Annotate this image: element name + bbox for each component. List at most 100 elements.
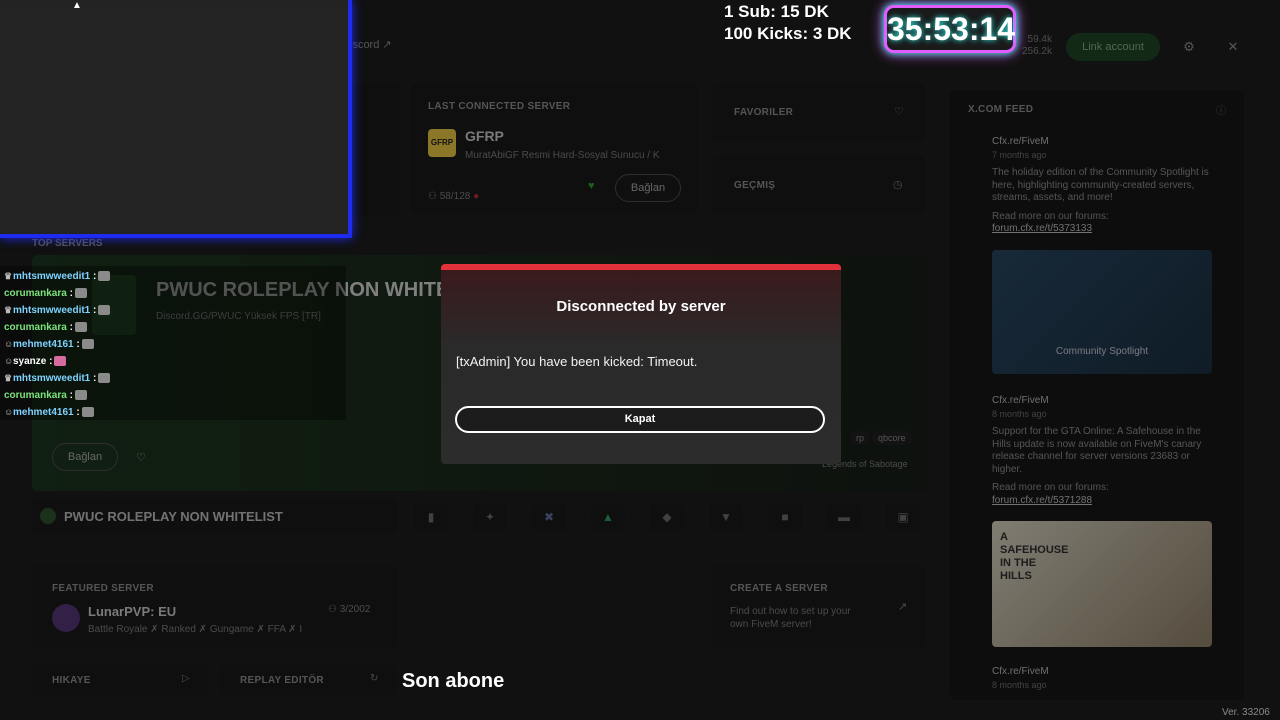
heart-outline-icon[interactable]: ♡ xyxy=(136,451,146,464)
history-panel[interactable]: GEÇMIŞ ◷ xyxy=(712,156,926,214)
feed-date: 8 months ago xyxy=(992,679,1047,690)
replay-editor-label: REPLAY EDITÖR xyxy=(240,675,324,686)
chat-username: mhtsmwweedit1 xyxy=(13,305,91,316)
chat-line: ♛mhtsmwweedit1 : xyxy=(4,302,111,319)
feed-item: Cfx.re/FiveM 7 months ago The holiday ed… xyxy=(992,136,1214,236)
chat-line: corumankara : xyxy=(4,387,87,404)
screen: iscord ↗ 59.4k 256.2k Link account ⚙ ✕ L… xyxy=(0,0,1280,720)
server-thumb[interactable]: ✖ xyxy=(532,503,566,531)
gear-icon[interactable]: ⚙ xyxy=(1180,38,1198,56)
refresh-icon: ↻ xyxy=(370,673,379,684)
chat-username: mhtsmwweedit1 xyxy=(13,271,91,282)
server-thumb[interactable]: ▮ xyxy=(414,503,448,531)
webcam-overlay xyxy=(0,0,352,238)
emote-icon xyxy=(74,288,87,299)
sub-goal-text: 1 Sub: 15 DK 100 Kicks: 3 DK xyxy=(724,1,852,45)
create-server-desc: Find out how to set up your own FiveM ser… xyxy=(730,606,851,630)
image-caption: Community Spotlight xyxy=(1055,346,1149,357)
story-button[interactable]: HIKAYE ▷ xyxy=(32,664,208,696)
featured-server-name: LunarPVP: EU xyxy=(88,604,177,619)
tag-rp: rp xyxy=(850,431,871,445)
favorites-panel[interactable]: FAVORILER ♡ xyxy=(712,84,926,142)
version-label: Ver. 33206 xyxy=(1222,707,1270,718)
users-icon: ⚇ xyxy=(328,604,337,615)
chat-username: corumankara xyxy=(4,288,67,299)
server-thumb[interactable]: ▣ xyxy=(886,503,920,531)
feed-link[interactable]: forum.cfx.re/t/5373133 xyxy=(992,223,1214,236)
emote-icon xyxy=(54,356,67,367)
community-spotlight-image[interactable]: Community Spotlight xyxy=(992,250,1212,374)
feed-item: Cfx.re/FiveM 8 months ago xyxy=(992,666,1214,691)
image-caption: A SAFEHOUSE IN THE HILLS xyxy=(1000,531,1069,582)
feed-date: 7 months ago xyxy=(992,149,1047,160)
x-feed-panel: X.COM FEED ⓘ Cfx.re/FiveM 7 months ago T… xyxy=(950,90,1244,700)
last-connected-panel[interactable]: LAST CONNECTED SERVER GFRP GFRP MuratAbi… xyxy=(410,84,698,214)
feed-text: The holiday edition of the Community Spo… xyxy=(992,167,1209,203)
server-thumb[interactable]: ▬ xyxy=(827,503,861,531)
server-thumb[interactable]: ◆ xyxy=(650,503,684,531)
create-server-title: CREATE A SERVER xyxy=(730,583,828,594)
player-count: ⚇ 58/128 ● xyxy=(428,191,480,202)
chat-line: ♛mhtsmwweedit1 : xyxy=(4,370,111,387)
server-thumb[interactable]: ▲ xyxy=(591,503,625,531)
heart-outline-icon: ♡ xyxy=(894,106,904,118)
disconnect-dialog: Disconnected by server [txAdmin] You hav… xyxy=(441,264,841,464)
feed-author: Cfx.re/FiveM xyxy=(992,395,1049,406)
feed-text: Support for the GTA Online: A Safehouse … xyxy=(992,426,1202,475)
feed-item: Cfx.re/FiveM 8 months ago Support for th… xyxy=(992,395,1214,507)
close-icon[interactable]: ✕ xyxy=(1224,38,1242,56)
featured-server-panel[interactable]: FEATURED SERVER LunarPVP: EU Battle Roya… xyxy=(32,566,398,648)
heart-icon[interactable]: ♥ xyxy=(588,180,595,192)
server-logo xyxy=(40,508,56,524)
connect-button[interactable]: Bağlan xyxy=(52,443,118,471)
chat-username: mhtsmwweedit1 xyxy=(13,373,91,384)
last-subscriber-label: Son abone xyxy=(402,670,505,692)
close-dialog-button[interactable]: Kapat xyxy=(455,406,825,433)
clock-icon: ◷ xyxy=(893,179,903,191)
create-server-panel[interactable]: CREATE A SERVER Find out how to set up y… xyxy=(712,566,926,648)
chat-username: mehmet4161 xyxy=(13,339,74,350)
feed-read-more: Read more on our forums: xyxy=(992,482,1109,493)
chat-username: corumankara xyxy=(4,390,67,401)
chat-line: ☺mehmet4161 : xyxy=(4,404,94,421)
top-servers-title: TOP SERVERS xyxy=(32,238,103,249)
server-logo: GFRP xyxy=(428,129,456,157)
featured-title: FEATURED SERVER xyxy=(52,583,154,594)
feed-title: X.COM FEED xyxy=(968,104,1034,115)
featured-server-desc: Battle Royale ✗ Ranked ✗ Gungame ✗ FFA ✗… xyxy=(88,624,303,635)
favorites-title: FAVORILER xyxy=(734,107,794,118)
server-thumb[interactable]: ■ xyxy=(768,503,802,531)
dialog-title: Disconnected by server xyxy=(556,298,726,315)
chat-username: syanze xyxy=(13,356,47,367)
replay-editor-button[interactable]: REPLAY EDITÖR ↻ xyxy=(220,664,396,696)
stat-servers: 256.2k xyxy=(1021,46,1052,57)
feed-author: Cfx.re/FiveM xyxy=(992,666,1049,677)
server-thumb[interactable]: ▼ xyxy=(709,503,743,531)
feed-date: 8 months ago xyxy=(992,408,1047,419)
play-icon: ▷ xyxy=(182,673,190,684)
chat-line: ☺syanze : xyxy=(4,353,67,370)
connect-button[interactable]: Bağlan xyxy=(615,174,681,202)
discord-link[interactable]: iscord ↗ xyxy=(350,38,392,51)
server-strip-selected[interactable]: PWUC ROLEPLAY NON WHITELIST xyxy=(32,498,398,534)
kick-goal-line: 100 Kicks: 3 DK xyxy=(724,24,852,43)
chat-line: corumankara : xyxy=(4,319,87,336)
player-stats: 59.4k 256.2k xyxy=(1016,34,1052,58)
server-description: MuratAbiGF Resmi Hard-Sosyal Sunucu / K xyxy=(465,150,660,161)
emote-icon xyxy=(81,407,94,418)
feed-link[interactable]: forum.cfx.re/t/5371288 xyxy=(992,495,1214,508)
link-account-button[interactable]: Link account xyxy=(1066,33,1160,61)
server-logo xyxy=(52,604,80,632)
safehouse-image[interactable]: A SAFEHOUSE IN THE HILLS xyxy=(992,521,1212,647)
strip-server-name: PWUC ROLEPLAY NON WHITELIST xyxy=(64,509,283,524)
feed-author: Cfx.re/FiveM xyxy=(992,136,1049,147)
chat-line: ☺mehmet4161 : xyxy=(4,336,94,353)
emote-icon xyxy=(81,339,94,350)
server-thumb[interactable]: ✦ xyxy=(473,503,507,531)
chat-line: ♛mhtsmwweedit1 : xyxy=(4,268,111,285)
emote-icon xyxy=(74,390,87,401)
story-label: HIKAYE xyxy=(52,675,91,686)
server-name: GFRP xyxy=(465,128,504,144)
emote-icon xyxy=(98,271,111,282)
external-link-icon: ↗ xyxy=(382,39,392,51)
